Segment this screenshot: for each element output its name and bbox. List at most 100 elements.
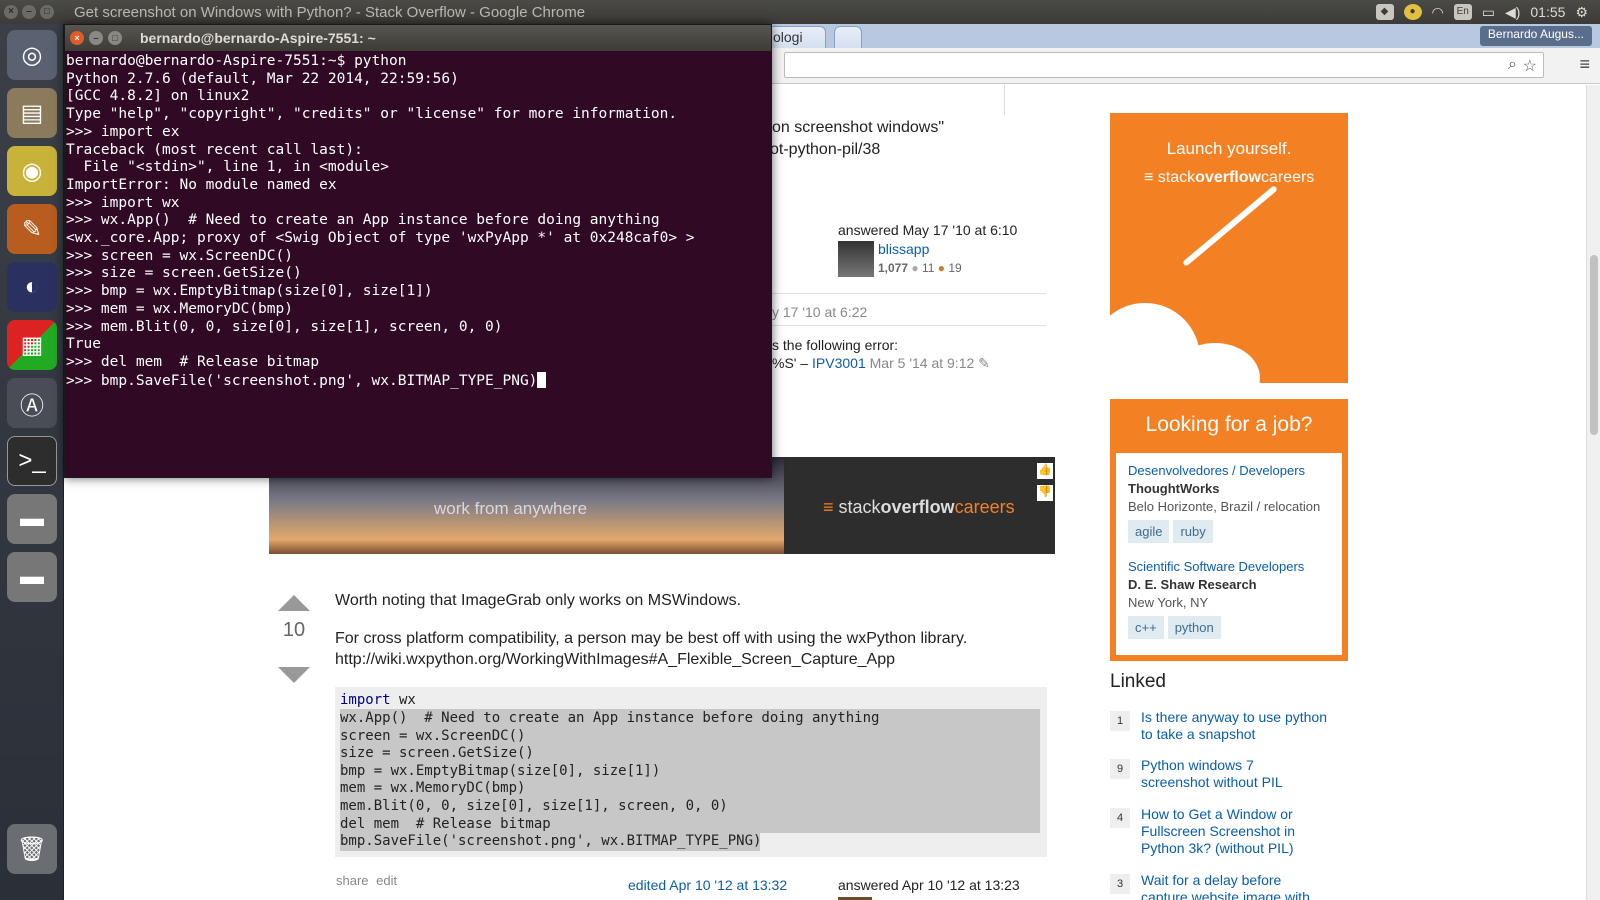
brand-part: stack (838, 497, 881, 517)
linked-link[interactable]: Is there anyway to use python to take a … (1141, 709, 1330, 743)
scrollbar-thumb[interactable] (1590, 255, 1598, 435)
trash-icon[interactable]: 🗑 (7, 824, 57, 874)
terminal-titlebar[interactable]: × – □ bernardo@bernardo-Aspire-7551: ~ (65, 25, 771, 51)
job-title[interactable]: Desenvolvedores / Developers (1128, 463, 1320, 478)
bronze-count: 19 (948, 261, 962, 275)
code-keyword: import (340, 692, 391, 708)
job-location: Belo Horizonte, Brazil / relocation (1128, 499, 1321, 514)
comment-time: Mar 5 '14 at 9:12 (869, 355, 975, 371)
answered-time: answered May 17 '10 at 6:10 (838, 222, 1018, 238)
minimize-icon[interactable]: – (89, 31, 103, 45)
ad-tagline: Launch yourself. (1166, 139, 1292, 158)
comment-text: s the following error: (772, 337, 899, 353)
chrome-menu-icon[interactable]: ≡ (1579, 54, 1590, 75)
user-link[interactable]: blissapp (878, 241, 929, 257)
gear-icon[interactable]: ⚙ (1575, 4, 1588, 21)
terminal-icon[interactable]: >_ (7, 436, 57, 486)
linked-item[interactable]: 4 How to Get a Window or Fullscreen Scre… (1110, 806, 1330, 872)
drive-icon[interactable]: ▬ (7, 494, 57, 544)
question-link-fragment[interactable]: ot-python-pil/38 (770, 141, 880, 159)
profile-badge[interactable]: Bernardo Augus... (1479, 26, 1592, 46)
edit-link[interactable]: edit (376, 873, 397, 888)
terminal-line: Type "help", "copyright", "credits" or "… (66, 106, 678, 123)
maximize-window-icon[interactable]: □ (40, 5, 54, 19)
question-fragment: on screenshot windows" (772, 119, 944, 136)
thumbs-down-icon[interactable]: 👎 (1037, 485, 1053, 501)
divider (770, 325, 1046, 326)
upvote-button[interactable] (278, 595, 310, 611)
gimp-icon[interactable]: ✎ (7, 204, 57, 254)
ubuntu-dash-icon[interactable]: ◎ (7, 30, 57, 80)
terminal-window[interactable]: × – □ bernardo@bernardo-Aspire-7551: ~ b… (64, 24, 772, 478)
terminal-line: File "<stdin>", line 1, in <module> (66, 159, 390, 176)
edited-time[interactable]: edited Apr 10 '12 at 13:32 (628, 877, 787, 893)
bookmark-star-icon[interactable]: ☆ (1523, 56, 1537, 76)
job-tag[interactable]: agile (1128, 520, 1170, 543)
tab-active[interactable]: ologi × (764, 26, 826, 61)
brand-part: stack (1157, 169, 1196, 186)
linked-count: 1 (1110, 711, 1130, 731)
linked-count: 4 (1110, 808, 1130, 828)
battery-icon[interactable]: ▭ (1482, 4, 1495, 21)
terminal-line: [GCC 4.8.2] on linux2 (66, 88, 250, 105)
silver-count: 11 (921, 261, 935, 275)
linked-item[interactable]: 9 Python windows 7 screenshot without PI… (1110, 757, 1330, 806)
terminal-prompt-line[interactable]: >>> bmp.SaveFile('screenshot.png', wx.BI… (66, 371, 771, 391)
jobs-heading: Looking for a job? (1145, 413, 1313, 436)
ad-brand: ≡ stackoverflowcareers (1144, 169, 1314, 187)
eclipse-icon[interactable]: ◐ (7, 262, 57, 312)
chrome-icon[interactable]: ◉ (7, 146, 57, 196)
rocket-icon (1182, 185, 1278, 267)
minimize-window-icon[interactable]: – (22, 5, 36, 19)
answer-link[interactable]: http://wiki.wxpython.org/WorkingWithImag… (335, 651, 895, 669)
close-icon[interactable]: × (70, 31, 84, 45)
job-company: D. E. Shaw Research (1128, 577, 1257, 592)
drive-icon[interactable]: ▬ (7, 552, 57, 602)
keyboard-layout-indicator[interactable]: En (1453, 4, 1472, 20)
terminal-line: <wx._core.App; proxy of <Swig Object of … (66, 230, 695, 247)
thumbs-up-icon[interactable]: 👍 (1037, 463, 1053, 479)
divider (1004, 85, 1005, 115)
software-updater-icon[interactable]: Ⓐ (7, 378, 57, 428)
linked-link[interactable]: How to Get a Window or Fullscreen Screen… (1141, 806, 1311, 857)
share-link[interactable]: share (336, 873, 369, 888)
comment-user-link[interactable]: IPV3001 (812, 355, 866, 371)
terminal-line: Traceback (most recent call last): (66, 141, 363, 158)
volume-icon[interactable]: ◀) (1505, 4, 1520, 21)
comment-line: %S' – IPV3001 Mar 5 '14 at 9:12 ✎ (772, 355, 990, 372)
chrome-tray-icon[interactable]: ● (1403, 4, 1422, 20)
linked-item[interactable]: 3 Wait for a delay before capture websit… (1110, 872, 1330, 900)
terminal-line: >>> bmp.SaveFile('screenshot.png', wx.BI… (66, 372, 538, 389)
linked-item[interactable]: 1 Is there anyway to use python to take … (1110, 709, 1330, 757)
careers-ad[interactable]: Launch yourself. ≡ stackoverflowcareers (1110, 113, 1348, 383)
code-block[interactable]: import wx wx.App() # Need to create an A… (335, 687, 1047, 857)
avatar[interactable] (838, 241, 874, 277)
linked-link[interactable]: Wait for a delay before capture website … (1141, 872, 1321, 900)
job-item[interactable]: Desenvolvedores / Developers ThoughtWork… (1128, 463, 1320, 543)
wifi-icon[interactable]: ◠ (1432, 4, 1444, 21)
maximize-icon[interactable]: □ (108, 31, 122, 45)
terminal-output[interactable]: bernardo@bernardo-Aspire-7551:~$ python P… (65, 51, 771, 390)
page-scrollbar[interactable] (1586, 85, 1600, 900)
edit-pencil-icon[interactable]: ✎ (978, 355, 990, 371)
new-tab-button[interactable] (834, 26, 862, 48)
files-icon[interactable]: ▤ (7, 88, 57, 138)
zoom-icon[interactable]: ⌕ (1508, 56, 1517, 74)
workspaces-icon[interactable]: ▦ (7, 320, 57, 370)
banner-brand: ≡ stackoverflowcareers (823, 497, 1015, 518)
job-item[interactable]: Scientific Software Developers D. E. Sha… (1128, 559, 1304, 639)
job-tag[interactable]: c++ (1128, 616, 1164, 639)
downvote-button[interactable] (278, 667, 310, 683)
address-bar[interactable]: ⌕ ☆ (784, 52, 1544, 78)
close-window-icon[interactable]: × (4, 5, 18, 19)
clock[interactable]: 01:55 (1530, 4, 1565, 20)
job-company: ThoughtWorks (1128, 481, 1220, 496)
job-title[interactable]: Scientific Software Developers (1128, 559, 1304, 574)
job-tag[interactable]: python (1167, 616, 1221, 639)
linked-link[interactable]: Python windows 7 screenshot without PIL (1141, 757, 1321, 791)
terminal-line: >>> screen = wx.ScreenDC() (66, 247, 293, 264)
dropbox-icon[interactable]: ◆ (1375, 4, 1394, 20)
job-tag[interactable]: ruby (1173, 520, 1213, 543)
terminal-line: True (66, 336, 101, 353)
jobs-list: Desenvolvedores / Developers ThoughtWork… (1116, 453, 1342, 655)
